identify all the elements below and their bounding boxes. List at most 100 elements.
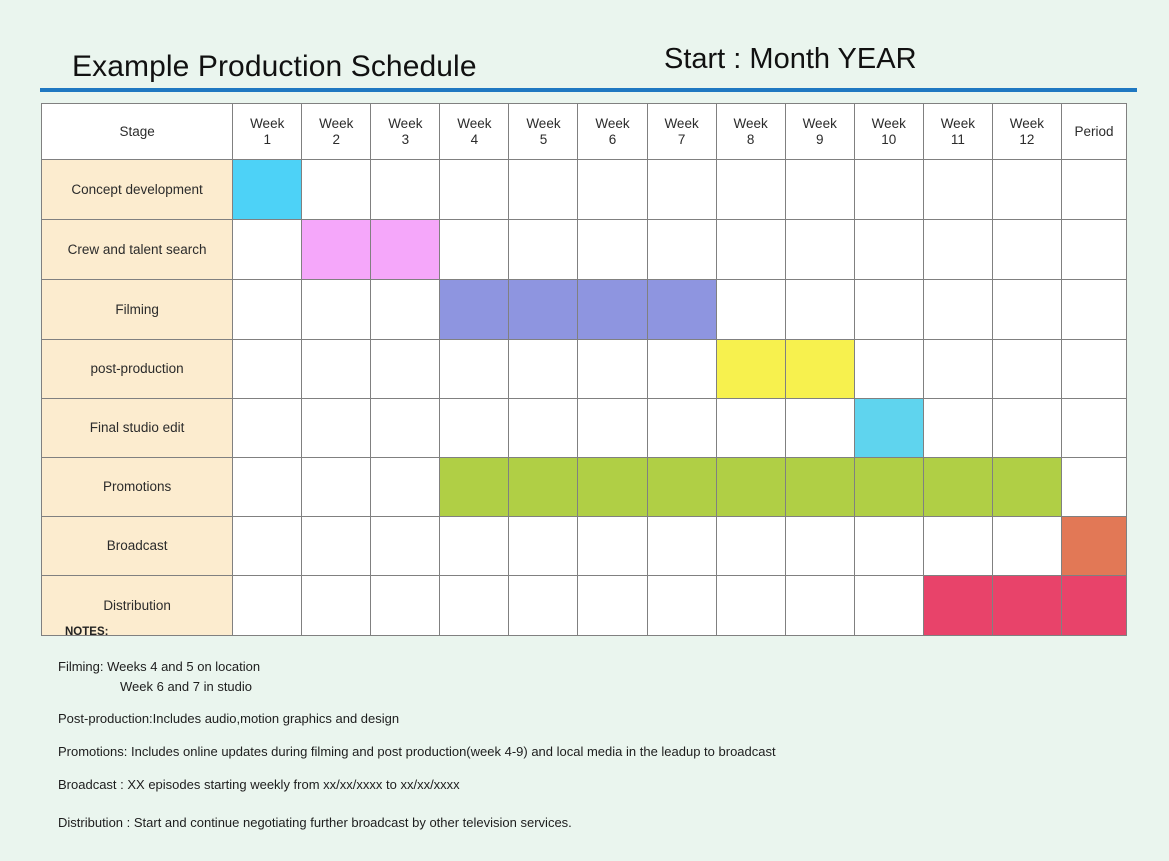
gantt-bar-cell-week-10[interactable] xyxy=(853,398,924,458)
gantt-empty-cell-week-9[interactable] xyxy=(784,159,855,220)
gantt-empty-cell-week-5[interactable] xyxy=(508,219,579,280)
gantt-bar-cell-week-6[interactable] xyxy=(577,457,648,517)
gantt-empty-cell-period[interactable] xyxy=(1060,219,1128,280)
gantt-empty-cell-week-3[interactable] xyxy=(370,339,441,399)
gantt-empty-cell-week-11[interactable] xyxy=(922,339,993,399)
gantt-empty-cell-week-12[interactable] xyxy=(991,398,1062,458)
gantt-empty-cell-week-7[interactable] xyxy=(646,398,717,458)
gantt-empty-cell-week-7[interactable] xyxy=(646,159,717,220)
gantt-empty-cell-week-2[interactable] xyxy=(301,457,372,517)
gantt-empty-cell-week-2[interactable] xyxy=(301,339,372,399)
gantt-empty-cell-week-9[interactable] xyxy=(784,516,855,576)
gantt-empty-cell-week-3[interactable] xyxy=(370,279,441,340)
gantt-bar-cell-week-2[interactable] xyxy=(301,219,372,280)
gantt-empty-cell-week-6[interactable] xyxy=(577,516,648,576)
gantt-empty-cell-week-5[interactable] xyxy=(508,516,579,576)
gantt-empty-cell-week-5[interactable] xyxy=(508,575,579,636)
gantt-empty-cell-week-6[interactable] xyxy=(577,339,648,399)
gantt-empty-cell-week-11[interactable] xyxy=(922,159,993,220)
gantt-empty-cell-week-9[interactable] xyxy=(784,219,855,280)
gantt-empty-cell-week-4[interactable] xyxy=(439,398,510,458)
gantt-empty-cell-week-4[interactable] xyxy=(439,339,510,399)
gantt-empty-cell-week-12[interactable] xyxy=(991,339,1062,399)
gantt-empty-cell-week-10[interactable] xyxy=(853,339,924,399)
gantt-empty-cell-week-7[interactable] xyxy=(646,219,717,280)
gantt-empty-cell-week-11[interactable] xyxy=(922,398,993,458)
gantt-empty-cell-week-6[interactable] xyxy=(577,575,648,636)
gantt-empty-cell-week-5[interactable] xyxy=(508,339,579,399)
gantt-empty-cell-week-1[interactable] xyxy=(232,219,303,280)
gantt-empty-cell-week-7[interactable] xyxy=(646,339,717,399)
gantt-empty-cell-week-1[interactable] xyxy=(232,339,303,399)
gantt-bar-cell-week-1[interactable] xyxy=(232,159,303,220)
gantt-empty-cell-week-9[interactable] xyxy=(784,279,855,340)
gantt-empty-cell-week-10[interactable] xyxy=(853,516,924,576)
gantt-bar-cell-week-3[interactable] xyxy=(370,219,441,280)
gantt-empty-cell-week-6[interactable] xyxy=(577,219,648,280)
gantt-bar-cell-period[interactable] xyxy=(1060,575,1128,636)
gantt-empty-cell-week-8[interactable] xyxy=(715,516,786,576)
gantt-empty-cell-week-1[interactable] xyxy=(232,279,303,340)
gantt-empty-cell-week-6[interactable] xyxy=(577,398,648,458)
gantt-bar-cell-week-9[interactable] xyxy=(784,339,855,399)
gantt-bar-cell-week-8[interactable] xyxy=(715,457,786,517)
gantt-empty-cell-period[interactable] xyxy=(1060,398,1128,458)
gantt-bar-cell-week-7[interactable] xyxy=(646,457,717,517)
gantt-empty-cell-week-3[interactable] xyxy=(370,575,441,636)
gantt-empty-cell-week-12[interactable] xyxy=(991,279,1062,340)
gantt-empty-cell-week-12[interactable] xyxy=(991,219,1062,280)
gantt-empty-cell-week-4[interactable] xyxy=(439,219,510,280)
gantt-empty-cell-week-8[interactable] xyxy=(715,159,786,220)
gantt-empty-cell-week-9[interactable] xyxy=(784,398,855,458)
gantt-empty-cell-week-10[interactable] xyxy=(853,575,924,636)
gantt-empty-cell-period[interactable] xyxy=(1060,339,1128,399)
gantt-bar-cell-period[interactable] xyxy=(1060,516,1128,576)
gantt-empty-cell-week-11[interactable] xyxy=(922,279,993,340)
gantt-empty-cell-week-4[interactable] xyxy=(439,516,510,576)
gantt-empty-cell-week-8[interactable] xyxy=(715,398,786,458)
gantt-empty-cell-period[interactable] xyxy=(1060,457,1128,517)
gantt-empty-cell-week-7[interactable] xyxy=(646,516,717,576)
gantt-empty-cell-week-8[interactable] xyxy=(715,575,786,636)
gantt-empty-cell-week-1[interactable] xyxy=(232,575,303,636)
gantt-empty-cell-week-1[interactable] xyxy=(232,457,303,517)
gantt-empty-cell-period[interactable] xyxy=(1060,159,1128,220)
gantt-empty-cell-week-2[interactable] xyxy=(301,575,372,636)
gantt-bar-cell-week-4[interactable] xyxy=(439,279,510,340)
gantt-bar-cell-week-10[interactable] xyxy=(853,457,924,517)
gantt-empty-cell-week-8[interactable] xyxy=(715,219,786,280)
gantt-empty-cell-week-2[interactable] xyxy=(301,516,372,576)
gantt-bar-cell-week-11[interactable] xyxy=(922,457,993,517)
gantt-empty-cell-week-5[interactable] xyxy=(508,159,579,220)
gantt-empty-cell-week-6[interactable] xyxy=(577,159,648,220)
gantt-empty-cell-week-1[interactable] xyxy=(232,516,303,576)
gantt-bar-cell-week-7[interactable] xyxy=(646,279,717,340)
gantt-bar-cell-week-12[interactable] xyxy=(991,457,1062,517)
gantt-empty-cell-week-10[interactable] xyxy=(853,159,924,220)
gantt-empty-cell-week-12[interactable] xyxy=(991,159,1062,220)
gantt-bar-cell-week-6[interactable] xyxy=(577,279,648,340)
gantt-empty-cell-period[interactable] xyxy=(1060,279,1128,340)
gantt-empty-cell-week-2[interactable] xyxy=(301,159,372,220)
gantt-bar-cell-week-11[interactable] xyxy=(922,575,993,636)
gantt-empty-cell-week-7[interactable] xyxy=(646,575,717,636)
gantt-empty-cell-week-3[interactable] xyxy=(370,159,441,220)
gantt-empty-cell-week-3[interactable] xyxy=(370,516,441,576)
gantt-empty-cell-week-3[interactable] xyxy=(370,398,441,458)
gantt-bar-cell-week-4[interactable] xyxy=(439,457,510,517)
gantt-empty-cell-week-10[interactable] xyxy=(853,219,924,280)
gantt-empty-cell-week-10[interactable] xyxy=(853,279,924,340)
gantt-empty-cell-week-2[interactable] xyxy=(301,279,372,340)
gantt-empty-cell-week-2[interactable] xyxy=(301,398,372,458)
gantt-empty-cell-week-1[interactable] xyxy=(232,398,303,458)
gantt-empty-cell-week-11[interactable] xyxy=(922,516,993,576)
gantt-bar-cell-week-5[interactable] xyxy=(508,457,579,517)
gantt-empty-cell-week-9[interactable] xyxy=(784,575,855,636)
gantt-bar-cell-week-5[interactable] xyxy=(508,279,579,340)
gantt-bar-cell-week-12[interactable] xyxy=(991,575,1062,636)
gantt-empty-cell-week-12[interactable] xyxy=(991,516,1062,576)
gantt-empty-cell-week-4[interactable] xyxy=(439,159,510,220)
gantt-empty-cell-week-4[interactable] xyxy=(439,575,510,636)
gantt-bar-cell-week-8[interactable] xyxy=(715,339,786,399)
gantt-bar-cell-week-9[interactable] xyxy=(784,457,855,517)
